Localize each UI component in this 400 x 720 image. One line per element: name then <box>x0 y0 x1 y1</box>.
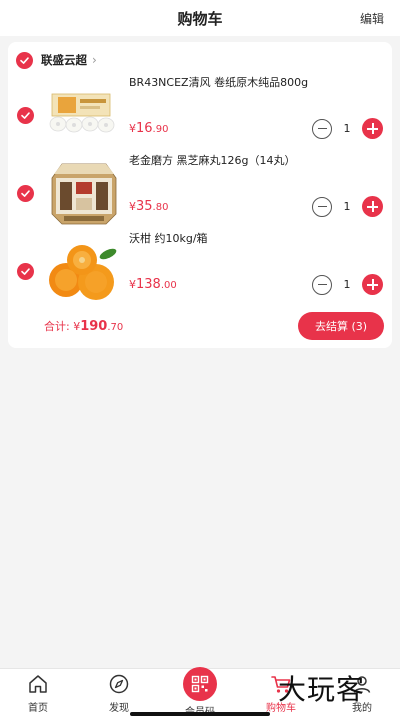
product-price: ¥16.90 <box>129 121 169 136</box>
minus-icon <box>317 205 327 208</box>
tab-home[interactable]: 首页 <box>8 673 68 717</box>
quantity-stepper: 1 <box>312 118 383 139</box>
cart-item: 沃柑 约10kg/箱 ¥138.00 1 <box>8 230 392 308</box>
tab-member-code[interactable]: 会员码 <box>170 667 230 718</box>
item-select-checkbox[interactable] <box>17 185 34 202</box>
product-name[interactable]: BR43NCEZ清风 卷纸原木纯品800g <box>129 74 308 90</box>
check-icon <box>21 268 30 275</box>
cart-item: BR43NCEZ清风 卷纸原木纯品800g ¥16.90 1 <box>8 74 392 152</box>
product-image-tissue[interactable] <box>44 78 124 148</box>
store-name: 联盛云超 <box>41 53 87 67</box>
quantity-value: 1 <box>343 278 351 291</box>
check-icon <box>20 56 29 64</box>
store-row[interactable]: 联盛云超 › <box>16 50 97 70</box>
item-select-checkbox[interactable] <box>17 107 34 124</box>
check-icon <box>21 112 30 119</box>
tab-discover[interactable]: 发现 <box>89 673 149 717</box>
store-select-checkbox[interactable] <box>16 51 33 69</box>
qr-code-icon <box>191 675 209 693</box>
checkout-button[interactable]: 去结算 (3) <box>298 312 384 340</box>
tab-label: 首页 <box>28 703 48 714</box>
compass-icon <box>109 674 129 694</box>
watermark: 大玩客 <box>278 673 366 706</box>
product-name[interactable]: 老金磨方 黑芝麻丸126g（14丸） <box>129 152 295 168</box>
cart-card: 联盛云超 › BR43NCEZ清风 卷纸原木纯品800g ¥16.90 1 老金… <box>8 42 392 348</box>
decrease-quantity-button[interactable] <box>312 274 332 295</box>
qr-code-button[interactable] <box>183 667 217 701</box>
total-decimal: .70 <box>107 322 124 333</box>
increase-quantity-button[interactable] <box>362 274 383 295</box>
increase-quantity-button[interactable] <box>362 196 383 217</box>
product-image-sesame-balls[interactable] <box>44 156 124 226</box>
decrease-quantity-button[interactable] <box>312 118 332 139</box>
edit-button[interactable]: 编辑 <box>360 10 384 27</box>
minus-icon <box>317 283 327 286</box>
quantity-value: 1 <box>343 200 351 213</box>
item-select-checkbox[interactable] <box>17 263 34 280</box>
top-bar: 购物车 编辑 <box>0 0 400 36</box>
product-name[interactable]: 沃柑 约10kg/箱 <box>129 230 208 246</box>
product-price: ¥138.00 <box>129 277 177 292</box>
home-indicator <box>130 712 270 716</box>
cart-total: 合计: ¥190.70 <box>44 318 123 334</box>
total-amount: 190 <box>80 319 108 334</box>
minus-icon <box>317 127 327 130</box>
cart-item: 老金磨方 黑芝麻丸126g（14丸） ¥35.80 1 <box>8 152 392 230</box>
chevron-right-icon: › <box>92 53 97 67</box>
quantity-value: 1 <box>343 122 351 135</box>
decrease-quantity-button[interactable] <box>312 196 332 217</box>
quantity-stepper: 1 <box>312 196 383 217</box>
page-title: 购物车 <box>177 10 223 28</box>
product-image-oranges[interactable] <box>44 234 124 304</box>
home-icon <box>29 675 47 693</box>
product-price: ¥35.80 <box>129 199 169 214</box>
total-label: 合计: <box>44 320 70 333</box>
check-icon <box>21 190 30 197</box>
increase-quantity-button[interactable] <box>362 118 383 139</box>
quantity-stepper: 1 <box>312 274 383 295</box>
